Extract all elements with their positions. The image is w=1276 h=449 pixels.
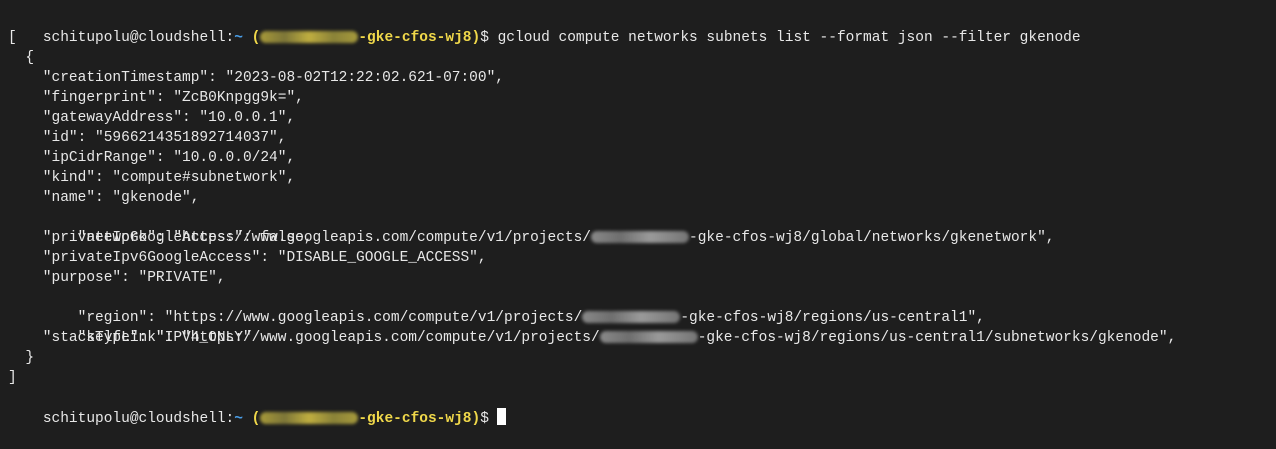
redacted-project-name (260, 31, 359, 44)
selflink-suffix: -gke-cfos-wj8/regions/us-central1/subnet… (697, 330, 1177, 346)
prompt-path: ~ (234, 411, 243, 427)
command-text: gcloud compute networks subnets list --f… (488, 30, 1081, 46)
prompt-project-suffix: -gke-cfos-wj8 (358, 411, 472, 427)
prompt-dollar: $ (480, 30, 489, 46)
prompt-line-1: schitupolu@cloudshell:~ ( -gke-cfos-wj8)$… (8, 8, 1276, 46)
prompt-path: ~ (234, 30, 243, 46)
prompt-separator: : (225, 411, 235, 427)
output-line: "privateIpv6GoogleAccess": "DISABLE_GOOG… (8, 250, 487, 266)
prompt-project-open: ( (251, 30, 261, 46)
output-line: } (8, 350, 35, 366)
terminal-window[interactable]: schitupolu@cloudshell:~ (-gke-cfos-wj8)$… (8, 8, 1276, 427)
region-prefix: "region": "https://www.googleapis.com/co… (42, 310, 583, 326)
text-cursor[interactable] (496, 408, 506, 425)
prompt-user-host: schitupolu@cloudshell (42, 411, 226, 427)
prompt-line-2[interactable]: schitupolu@cloudshell:~ ( -gke-cfos-wj8)$ (8, 388, 1276, 427)
prompt-project-close: ) (471, 30, 481, 46)
prompt-project-suffix: -gke-cfos-wj8 (358, 30, 472, 46)
output-line: "kind": "compute#subnetwork", (8, 170, 296, 186)
output-line: "gatewayAddress": "10.0.0.1", (8, 110, 296, 126)
redacted-project-name (582, 311, 681, 324)
output-line: "purpose": "PRIVATE", (8, 270, 226, 286)
prompt-user-host: schitupolu@cloudshell (42, 30, 226, 46)
redacted-project-name (260, 412, 359, 425)
output-line: ] (8, 370, 17, 386)
output-line: "fingerprint": "ZcB0Knpgg9k=", (8, 90, 304, 106)
output-line: { (8, 50, 35, 66)
network-suffix: -gke-cfos-wj8/global/networks/gkenetwork… (689, 230, 1055, 246)
output-line: "id": "5966214351892714037", (8, 130, 287, 146)
output-line: "ipCidrRange": "10.0.0.0/24", (8, 150, 296, 166)
output-line: "name": "gkenode", (8, 190, 200, 206)
output-line-region: "region": "https://www.googleapis.com/co… (8, 288, 1276, 326)
prompt-separator: : (225, 30, 235, 46)
redacted-project-name (599, 331, 698, 344)
redacted-project-name (591, 231, 690, 244)
output-line-network: "network": "https://www.googleapis.com/c… (8, 208, 1276, 246)
prompt-project-open: ( (251, 411, 261, 427)
prompt-dollar: $ (480, 411, 489, 427)
output-line: "creationTimestamp": "2023-08-02T12:22:0… (8, 70, 504, 86)
region-suffix: -gke-cfos-wj8/regions/us-central1", (680, 310, 985, 326)
prompt-project-close: ) (471, 411, 481, 427)
